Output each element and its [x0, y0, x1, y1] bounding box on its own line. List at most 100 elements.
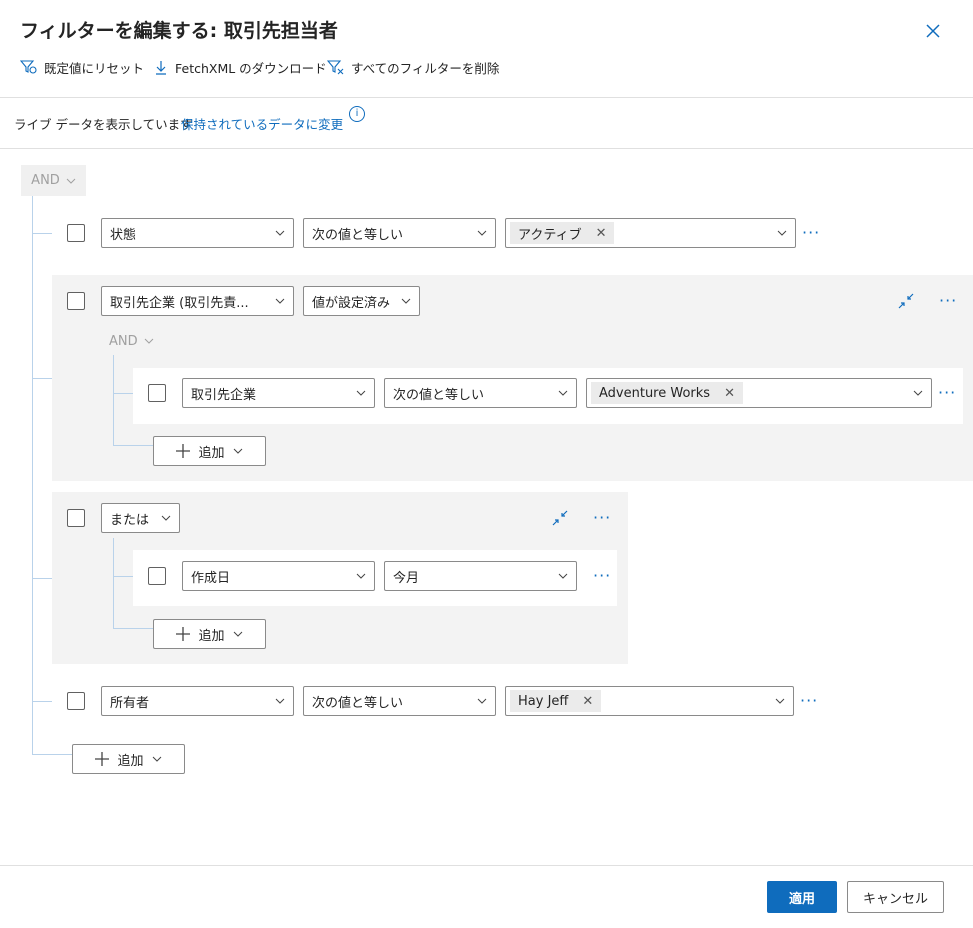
row-checkbox[interactable] [148, 567, 166, 585]
chevron-down-icon [66, 178, 76, 184]
field-dropdown[interactable]: 取引先企業 [182, 378, 375, 408]
add-button[interactable]: 追加 [72, 744, 185, 774]
field-dropdown-owner[interactable]: 所有者 [101, 686, 294, 716]
chevron-down-icon [275, 298, 285, 304]
operator-label: 次の値と等しい [312, 227, 404, 243]
info-icon[interactable]: i [349, 106, 365, 122]
collapse-icon[interactable] [897, 292, 915, 310]
filter-reset-icon [20, 60, 37, 74]
live-data-text: ライブ データを表示しています [14, 117, 193, 132]
operator-dropdown[interactable]: 今月 [384, 561, 577, 591]
plus-icon [95, 752, 110, 766]
chevron-down-icon [356, 390, 366, 396]
group-operator-label: または [110, 512, 150, 528]
tree-branch [113, 576, 133, 577]
switch-data-link[interactable]: 保持されているデータに変更 [181, 114, 343, 133]
dialog-title: フィルターを編集する: 取引先担当者 [20, 20, 338, 42]
reset-button[interactable]: 既定値にリセット [20, 56, 144, 78]
add-label: 追加 [117, 753, 144, 769]
value-tag: アクティブ ✕ [510, 222, 615, 244]
apply-button[interactable]: 適用 [767, 881, 837, 913]
chevron-down-icon [401, 298, 411, 304]
chevron-down-icon [144, 338, 153, 344]
chevron-down-icon [233, 448, 242, 454]
tree-branch [32, 378, 52, 379]
operator-dropdown[interactable]: 次の値と等しい [303, 218, 496, 248]
clear-filters-button[interactable]: すべてのフィルターを削除 [327, 56, 499, 78]
chevron-down-icon [152, 756, 161, 762]
plus-icon [176, 444, 191, 458]
root-operator-dropdown[interactable]: AND [21, 165, 86, 196]
root-operator-label: AND [31, 173, 60, 188]
tree-branch [113, 445, 153, 446]
tag-label: アクティブ [518, 227, 582, 243]
tag-label: Hay Jeff [518, 693, 569, 709]
chevron-down-icon [275, 230, 285, 236]
operator-dropdown[interactable]: 値が設定済み [303, 286, 420, 316]
more-options-icon[interactable]: ··· [800, 693, 818, 709]
chevron-down-icon [477, 230, 487, 236]
operator-label: 今月 [393, 570, 420, 586]
more-options-icon[interactable]: ··· [938, 385, 956, 401]
row-checkbox[interactable] [67, 224, 85, 242]
value-dropdown[interactable]: Adventure Works ✕ [586, 378, 932, 408]
tree-line [32, 196, 33, 754]
chevron-down-icon [356, 573, 366, 579]
group-operator-dropdown[interactable]: AND [109, 330, 161, 352]
operator-label: 次の値と等しい [393, 387, 485, 403]
remove-tag-icon[interactable]: ✕ [724, 386, 735, 401]
field-label: 取引先企業 [191, 387, 257, 403]
chevron-down-icon [233, 631, 242, 637]
tree-line [113, 355, 114, 445]
row-checkbox[interactable] [148, 384, 166, 402]
add-button[interactable]: 追加 [153, 619, 266, 649]
divider [0, 97, 973, 98]
operator-dropdown[interactable]: 次の値と等しい [384, 378, 577, 408]
tree-branch [32, 578, 52, 579]
more-options-icon[interactable]: ··· [593, 568, 611, 584]
divider [0, 865, 973, 866]
value-tag: Hay Jeff ✕ [510, 690, 602, 712]
field-dropdown-status[interactable]: 状態 [101, 218, 294, 248]
group-checkbox[interactable] [67, 292, 85, 310]
field-dropdown-account[interactable]: 取引先企業 (取引先責... [101, 286, 294, 316]
chevron-down-icon [161, 515, 171, 521]
value-dropdown[interactable]: Hay Jeff ✕ [505, 686, 794, 716]
field-dropdown[interactable]: 作成日 [182, 561, 375, 591]
row-checkbox[interactable] [67, 692, 85, 710]
chevron-down-icon [777, 230, 787, 236]
value-dropdown[interactable]: アクティブ ✕ [505, 218, 796, 248]
group-checkbox[interactable] [67, 509, 85, 527]
add-button[interactable]: 追加 [153, 436, 266, 466]
download-icon [156, 61, 166, 75]
cancel-button[interactable]: キャンセル [847, 881, 944, 913]
group-operator-dropdown[interactable]: または [101, 503, 180, 533]
field-label: 状態 [110, 227, 137, 243]
field-label: 作成日 [191, 570, 231, 586]
tag-label: Adventure Works [599, 385, 711, 401]
chevron-down-icon [477, 698, 487, 704]
add-label: 追加 [198, 628, 225, 644]
more-options-icon[interactable]: ··· [939, 293, 957, 309]
field-label: 所有者 [110, 695, 150, 711]
more-options-icon[interactable]: ··· [802, 225, 820, 241]
tree-branch [113, 628, 153, 629]
chevron-down-icon [775, 698, 785, 704]
operator-dropdown[interactable]: 次の値と等しい [303, 686, 496, 716]
clear-filter-icon [327, 60, 344, 75]
divider [0, 148, 973, 149]
chevron-down-icon [558, 390, 568, 396]
collapse-icon[interactable] [551, 509, 569, 527]
tree-branch [32, 233, 52, 234]
remove-tag-icon[interactable]: ✕ [596, 226, 607, 241]
chevron-down-icon [913, 390, 923, 396]
tree-line [113, 538, 114, 628]
download-fetchxml-button[interactable]: FetchXML のダウンロード [153, 56, 327, 78]
reset-label: 既定値にリセット [44, 60, 145, 76]
download-label: FetchXML のダウンロード [175, 60, 327, 76]
add-label: 追加 [198, 445, 225, 461]
tree-branch [113, 393, 133, 394]
remove-tag-icon[interactable]: ✕ [582, 694, 593, 709]
close-icon[interactable] [922, 20, 944, 42]
more-options-icon[interactable]: ··· [593, 510, 611, 526]
